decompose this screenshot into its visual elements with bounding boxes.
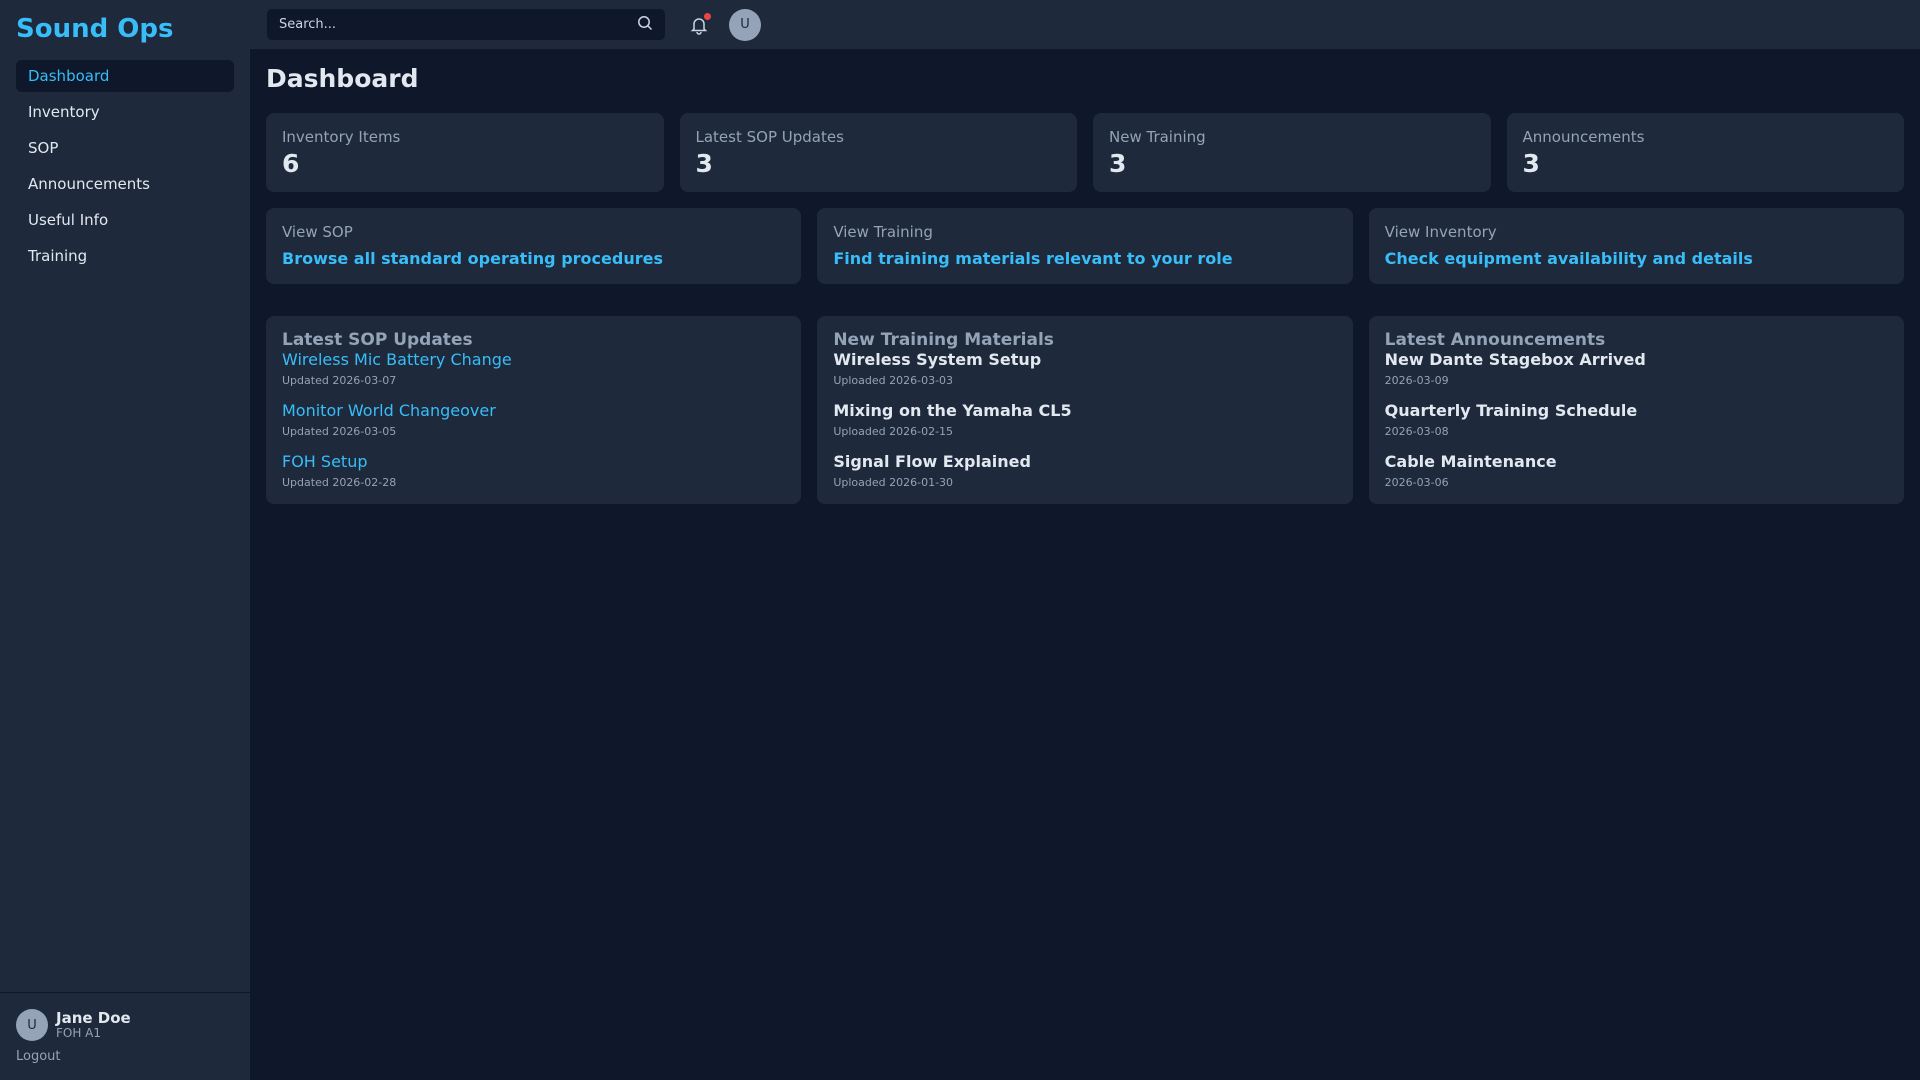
- list-item: Cable Maintenance 2026-03-06: [1385, 452, 1888, 489]
- sidebar-item-useful-info[interactable]: Useful Info: [16, 204, 234, 236]
- profile-avatar[interactable]: U: [729, 8, 761, 41]
- notification-badge: [704, 12, 711, 20]
- quick-link-sop[interactable]: View SOP Browse all standard operating pr…: [266, 208, 802, 284]
- user-panel: U Jane Doe FOH A1 Logout: [0, 992, 250, 1080]
- quick-link-text[interactable]: Find training materials relevant to your…: [833, 249, 1336, 268]
- stat-value: 3: [695, 149, 713, 178]
- sop-link[interactable]: Monitor World Changeover: [282, 401, 785, 420]
- stat-card-inventory: Inventory Items 6: [266, 113, 664, 192]
- item-date: 2026-03-09: [1384, 374, 1449, 387]
- sidebar-item-inventory[interactable]: Inventory: [16, 96, 234, 128]
- item-date: Updated 2026-03-07: [282, 374, 397, 387]
- search-icon[interactable]: [637, 15, 653, 35]
- search-box: [267, 9, 665, 40]
- sidebar-item-training[interactable]: Training: [16, 240, 234, 272]
- bell-icon: [689, 17, 709, 39]
- stat-value: 3: [1109, 149, 1127, 178]
- user-name: Jane Doe: [56, 1009, 131, 1027]
- sidebar-item-sop[interactable]: SOP: [16, 132, 234, 164]
- quick-link-text[interactable]: Check equipment availability and details: [1385, 249, 1888, 268]
- stat-card-announcements: Announcements 3: [1506, 113, 1904, 192]
- sop-link[interactable]: FOH Setup: [282, 452, 785, 471]
- topbar: U: [250, 0, 1920, 49]
- sidebar-nav: Dashboard Inventory SOP Announcements Us…: [0, 60, 250, 276]
- training-panel: New Training Materials Wireless System S…: [817, 316, 1353, 504]
- quick-link-inventory[interactable]: View Inventory Check equipment availabili…: [1368, 208, 1904, 284]
- sidebar: Sound Ops Dashboard Inventory SOP Announ…: [0, 0, 250, 1080]
- list-item: Signal Flow Explained Uploaded 2026-01-30: [833, 452, 1336, 489]
- list-item: Wireless System Setup Uploaded 2026-03-03: [833, 350, 1336, 387]
- announcement-title: New Dante Stagebox Arrived: [1384, 350, 1646, 369]
- main-content: Dashboard Inventory Items 6 Latest SOP Up…: [266, 49, 1904, 504]
- user-role: FOH A1: [56, 1026, 102, 1040]
- logout-link[interactable]: Logout: [16, 1049, 234, 1064]
- sop-link[interactable]: Wireless Mic Battery Change: [282, 350, 785, 369]
- item-date: Uploaded 2026-02-15: [833, 425, 954, 438]
- app-brand: Sound Ops: [16, 14, 174, 44]
- quick-link-label: View Inventory: [1384, 223, 1497, 241]
- panel-title: Latest Announcements: [1384, 330, 1606, 350]
- user-avatar: U: [16, 1009, 48, 1041]
- page-title: Dashboard: [266, 64, 419, 93]
- list-item: Quarterly Training Schedule 2026-03-08: [1385, 401, 1888, 438]
- quick-link-text[interactable]: Browse all standard operating procedures: [282, 249, 785, 268]
- search-input[interactable]: [279, 17, 637, 32]
- stat-value: 3: [1522, 149, 1540, 178]
- stats-row: Inventory Items 6 Latest SOP Updates 3 New…: [266, 113, 1904, 192]
- announcement-title: Cable Maintenance: [1384, 452, 1557, 471]
- sidebar-item-dashboard[interactable]: Dashboard: [16, 60, 234, 92]
- stat-label: New Training: [1109, 128, 1206, 146]
- training-title: Signal Flow Explained: [833, 452, 1031, 471]
- stat-card-sop: Latest SOP Updates 3: [679, 113, 1077, 192]
- stat-card-training: New Training 3: [1093, 113, 1491, 192]
- item-date: 2026-03-08: [1384, 425, 1449, 438]
- panel-title: Latest SOP Updates: [282, 330, 473, 350]
- sop-updates-panel: Latest SOP Updates Wireless Mic Battery …: [266, 316, 802, 504]
- quick-links-row: View SOP Browse all standard operating pr…: [266, 208, 1904, 284]
- stat-label: Announcements: [1522, 128, 1645, 146]
- item-date: 2026-03-06: [1384, 476, 1449, 489]
- quick-link-training[interactable]: View Training Find training materials rel…: [817, 208, 1353, 284]
- notifications-button[interactable]: [689, 12, 711, 35]
- training-title: Wireless System Setup: [833, 350, 1042, 369]
- list-item: FOH Setup Updated 2026-02-28: [282, 452, 785, 489]
- announcements-panel: Latest Announcements New Dante Stagebox …: [1368, 316, 1904, 504]
- item-date: Updated 2026-02-28: [282, 476, 397, 489]
- panel-title: New Training Materials: [833, 330, 1054, 350]
- quick-link-label: View Training: [833, 223, 933, 241]
- item-date: Updated 2026-03-05: [282, 425, 397, 438]
- sidebar-item-announcements[interactable]: Announcements: [16, 168, 234, 200]
- announcement-title: Quarterly Training Schedule: [1384, 401, 1638, 420]
- item-date: Uploaded 2026-01-30: [833, 476, 954, 489]
- list-item: Mixing on the Yamaha CL5 Uploaded 2026-02…: [833, 401, 1336, 438]
- stat-label: Latest SOP Updates: [695, 128, 844, 146]
- list-item: New Dante Stagebox Arrived 2026-03-09: [1385, 350, 1888, 387]
- list-item: Wireless Mic Battery Change Updated 2026-…: [282, 350, 785, 387]
- list-item: Monitor World Changeover Updated 2026-03-…: [282, 401, 785, 438]
- stat-label: Inventory Items: [282, 128, 401, 146]
- training-title: Mixing on the Yamaha CL5: [833, 401, 1072, 420]
- item-date: Uploaded 2026-03-03: [833, 374, 954, 387]
- stat-value: 6: [282, 149, 300, 178]
- quick-link-label: View SOP: [282, 223, 353, 241]
- lists-row: Latest SOP Updates Wireless Mic Battery …: [266, 316, 1904, 504]
